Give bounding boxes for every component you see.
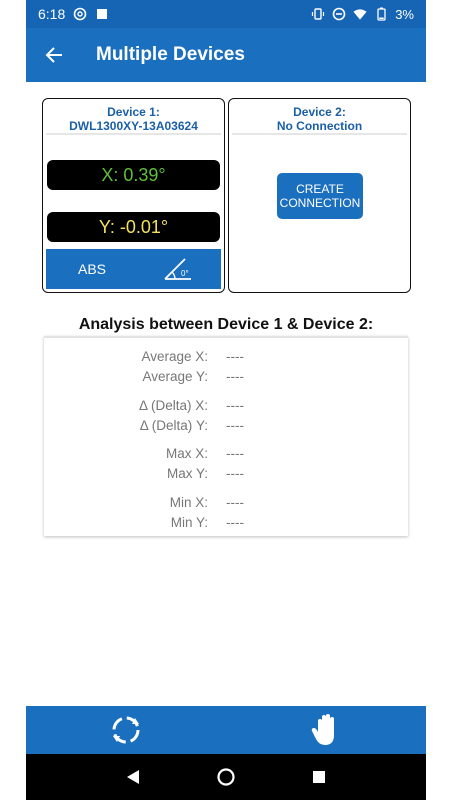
circle-home-icon: [217, 768, 235, 786]
analysis-label: Max X:: [165, 446, 208, 461]
analysis-label: Max Y:: [166, 466, 208, 481]
device-cards: Device 1: DWL1300XY-13A03624 X: 0.39° Y:…: [42, 98, 411, 293]
hand-icon: [311, 714, 334, 745]
x-reading: X: 0.39°: [47, 160, 220, 190]
device2-title: Device 2:: [293, 105, 346, 119]
analysis-title: Analysis between Device 1 & Device 2:: [78, 316, 374, 333]
device1-card: Device 1: DWL1300XY-13A03624 X: 0.39° Y:…: [42, 98, 225, 293]
create-connection-line2: CONNECTION: [279, 196, 361, 210]
analysis-label: Average X:: [141, 349, 208, 364]
angle-icon-label: 0°: [181, 269, 189, 278]
triangle-back-icon: [126, 770, 139, 784]
at-icon: [73, 7, 87, 21]
arrow-left-icon: [45, 47, 62, 63]
app-frame: 6:18 3% Multiple Devices Device 1: DWL13…: [26, 0, 426, 800]
rotate-button[interactable]: [26, 706, 226, 754]
square-recents-icon: [313, 771, 326, 783]
hold-button[interactable]: [226, 706, 426, 754]
back-button[interactable]: [26, 28, 82, 82]
device1-serial: DWL1300XY-13A03624: [69, 119, 198, 133]
abs-label: ABS: [78, 261, 107, 277]
create-connection-line1: CREATE: [296, 182, 344, 196]
analysis-value: ----: [226, 418, 244, 433]
analysis-label: Min X:: [169, 495, 208, 510]
rotate-icon: [112, 716, 140, 744]
device2-header: Device 2: No Connection: [232, 99, 407, 135]
analysis-value: ----: [226, 369, 244, 384]
analysis-value: ----: [226, 349, 244, 364]
y-reading: Y: -0.01°: [47, 212, 220, 242]
wifi-icon: [353, 7, 367, 21]
abs-mode-button[interactable]: ABS 0°: [46, 249, 221, 289]
app-bar: Multiple Devices: [26, 28, 426, 82]
analysis-value: ----: [226, 446, 244, 461]
analysis-panel: Average X: ---- Average Y: ---- Δ (Delta…: [44, 336, 408, 536]
analysis-value: ----: [226, 398, 244, 413]
device1-header: Device 1: DWL1300XY-13A03624: [46, 99, 221, 135]
status-bar: 6:18 3%: [26, 0, 426, 28]
device1-title: Device 1:: [107, 105, 160, 119]
analysis-value: ----: [226, 466, 244, 481]
device2-card: Device 2: No Connection CREATE CONNECTIO…: [228, 98, 411, 293]
battery-percent: 3%: [395, 6, 414, 22]
analysis-label: Min Y:: [170, 515, 208, 530]
vibrate-icon: [311, 7, 325, 21]
system-nav-bar: [26, 754, 426, 800]
page-title: Multiple Devices: [96, 44, 245, 65]
dnd-icon: [332, 7, 346, 21]
bottom-action-bar: [26, 706, 426, 754]
square-icon: [95, 7, 109, 21]
analysis-label: Average Y:: [142, 369, 208, 384]
create-connection-button[interactable]: CREATE CONNECTION: [277, 173, 363, 219]
battery-icon: [374, 7, 388, 21]
analysis-value: ----: [226, 515, 244, 530]
analysis-label: Δ (Delta) X:: [138, 398, 208, 413]
device2-status: No Connection: [276, 119, 363, 133]
analysis-value: ----: [226, 495, 244, 510]
status-time: 6:18: [38, 6, 66, 22]
nav-home-button[interactable]: [211, 762, 241, 792]
nav-recents-button[interactable]: [304, 762, 334, 792]
nav-back-button[interactable]: [118, 762, 148, 792]
analysis-label: Δ (Delta) Y:: [139, 418, 208, 433]
angle-icon: 0°: [164, 258, 191, 280]
